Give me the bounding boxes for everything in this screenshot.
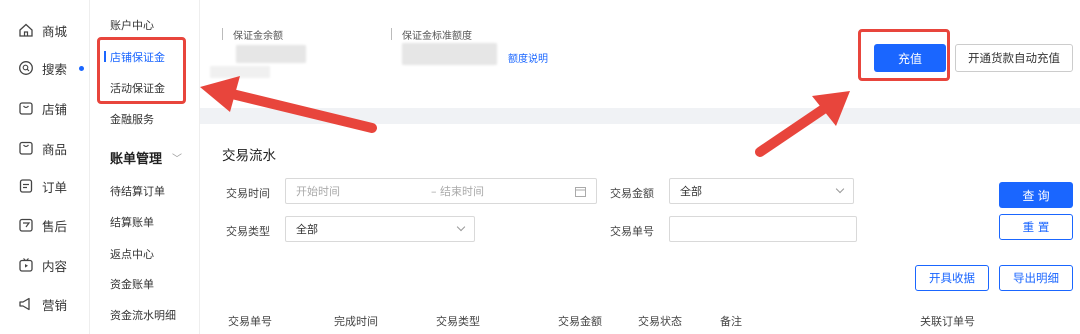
time-label: 交易时间 bbox=[226, 187, 270, 200]
redacted-text bbox=[210, 66, 270, 78]
subnav-rebate-center[interactable]: 返点中心 bbox=[110, 246, 154, 262]
transactions-title: 交易流水 bbox=[222, 148, 276, 164]
goods-icon bbox=[19, 141, 33, 155]
nav-label: 订单 bbox=[42, 179, 68, 195]
nav-item-after-sale[interactable]: 售后 bbox=[18, 215, 67, 235]
highlight-deposit-menu bbox=[97, 37, 186, 104]
after-sale-icon bbox=[19, 218, 33, 232]
subnav-fund-flow[interactable]: 资金流水明细 bbox=[110, 307, 176, 323]
nav-item-marketing[interactable]: 营销 bbox=[18, 294, 67, 314]
notification-dot bbox=[79, 65, 85, 71]
column-header: 完成时间 bbox=[334, 315, 378, 328]
balance-value-redacted bbox=[236, 45, 306, 63]
search-circle-icon bbox=[19, 61, 33, 75]
nav-item-search[interactable]: 搜索 bbox=[18, 58, 85, 78]
column-header: 交易金额 bbox=[558, 315, 602, 328]
highlight-recharge-button bbox=[858, 29, 950, 81]
subnav-account-center[interactable]: 账户中心 bbox=[110, 17, 154, 33]
chevron-down-icon bbox=[456, 222, 466, 232]
amount-select[interactable]: 全部 bbox=[669, 178, 854, 204]
subnav-group-label: 账单管理 bbox=[110, 152, 163, 167]
shop-icon bbox=[19, 102, 33, 115]
auto-recharge-button[interactable]: 开通货款自动充值 bbox=[955, 44, 1073, 72]
start-time-placeholder: 开始时间 bbox=[296, 185, 340, 198]
column-header: 备注 bbox=[720, 315, 742, 328]
nav-label: 商品 bbox=[42, 141, 68, 157]
order-icon bbox=[19, 179, 33, 193]
column-header: 交易状态 bbox=[638, 315, 682, 328]
end-time-placeholder: – 结束时间 bbox=[431, 185, 484, 198]
home-icon bbox=[19, 23, 33, 37]
subnav-pending-orders[interactable]: 待结算订单 bbox=[110, 183, 165, 199]
calendar-icon bbox=[575, 187, 586, 197]
chevron-down-icon: ﹀ bbox=[172, 154, 183, 165]
nav-label: 内容 bbox=[42, 258, 68, 274]
standard-value-redacted bbox=[402, 43, 497, 65]
issue-receipt-button[interactable]: 开具收据 bbox=[915, 265, 989, 291]
marketing-icon bbox=[19, 297, 30, 311]
type-select[interactable]: 全部 bbox=[285, 216, 475, 242]
balance-label: 保证金余额 bbox=[233, 31, 283, 42]
type-label: 交易类型 bbox=[226, 225, 270, 238]
subnav-settled-bills[interactable]: 结算账单 bbox=[110, 214, 154, 230]
nav-label: 售后 bbox=[42, 218, 68, 234]
column-header: 交易类型 bbox=[436, 315, 480, 328]
nav-label: 店铺 bbox=[42, 101, 68, 117]
order-no-input[interactable] bbox=[669, 216, 857, 242]
chevron-down-icon bbox=[835, 184, 845, 194]
nav-label: 商城 bbox=[42, 23, 68, 39]
nav-item-orders[interactable]: 订单 bbox=[18, 176, 67, 196]
subnav-finance-service[interactable]: 金融服务 bbox=[110, 111, 154, 127]
content-icon bbox=[19, 258, 33, 272]
nav-label: 营销 bbox=[42, 297, 68, 313]
nav-item-mall[interactable]: 商城 bbox=[18, 20, 67, 40]
query-button[interactable]: 查 询 bbox=[999, 182, 1073, 208]
type-select-value: 全部 bbox=[296, 223, 318, 236]
divider bbox=[222, 28, 223, 40]
nav-label: 搜索 bbox=[42, 61, 68, 77]
main-nav: 商城 搜索 店铺 商品 订单 售后 内容 营销 bbox=[0, 0, 90, 334]
export-details-button[interactable]: 导出明细 bbox=[999, 265, 1073, 291]
subnav-fund-bills[interactable]: 资金账单 bbox=[110, 276, 154, 292]
subnav-billing-group[interactable]: 账单管理 ﹀ bbox=[110, 148, 182, 167]
column-header: 关联订单号 bbox=[920, 315, 975, 328]
order-no-label: 交易单号 bbox=[610, 225, 654, 238]
date-range-input[interactable]: 开始时间 – 结束时间 bbox=[285, 178, 597, 204]
quota-explanation-link[interactable]: 额度说明 bbox=[508, 50, 548, 65]
amount-select-value: 全部 bbox=[680, 185, 702, 198]
nav-item-content[interactable]: 内容 bbox=[18, 255, 67, 275]
column-header: 交易单号 bbox=[228, 315, 272, 328]
nav-item-shop[interactable]: 店铺 bbox=[18, 98, 67, 118]
nav-item-goods[interactable]: 商品 bbox=[18, 138, 67, 158]
divider bbox=[391, 28, 392, 40]
reset-button[interactable]: 重 置 bbox=[999, 214, 1073, 240]
amount-label: 交易金额 bbox=[610, 187, 654, 200]
standard-label: 保证金标准额度 bbox=[402, 31, 472, 42]
